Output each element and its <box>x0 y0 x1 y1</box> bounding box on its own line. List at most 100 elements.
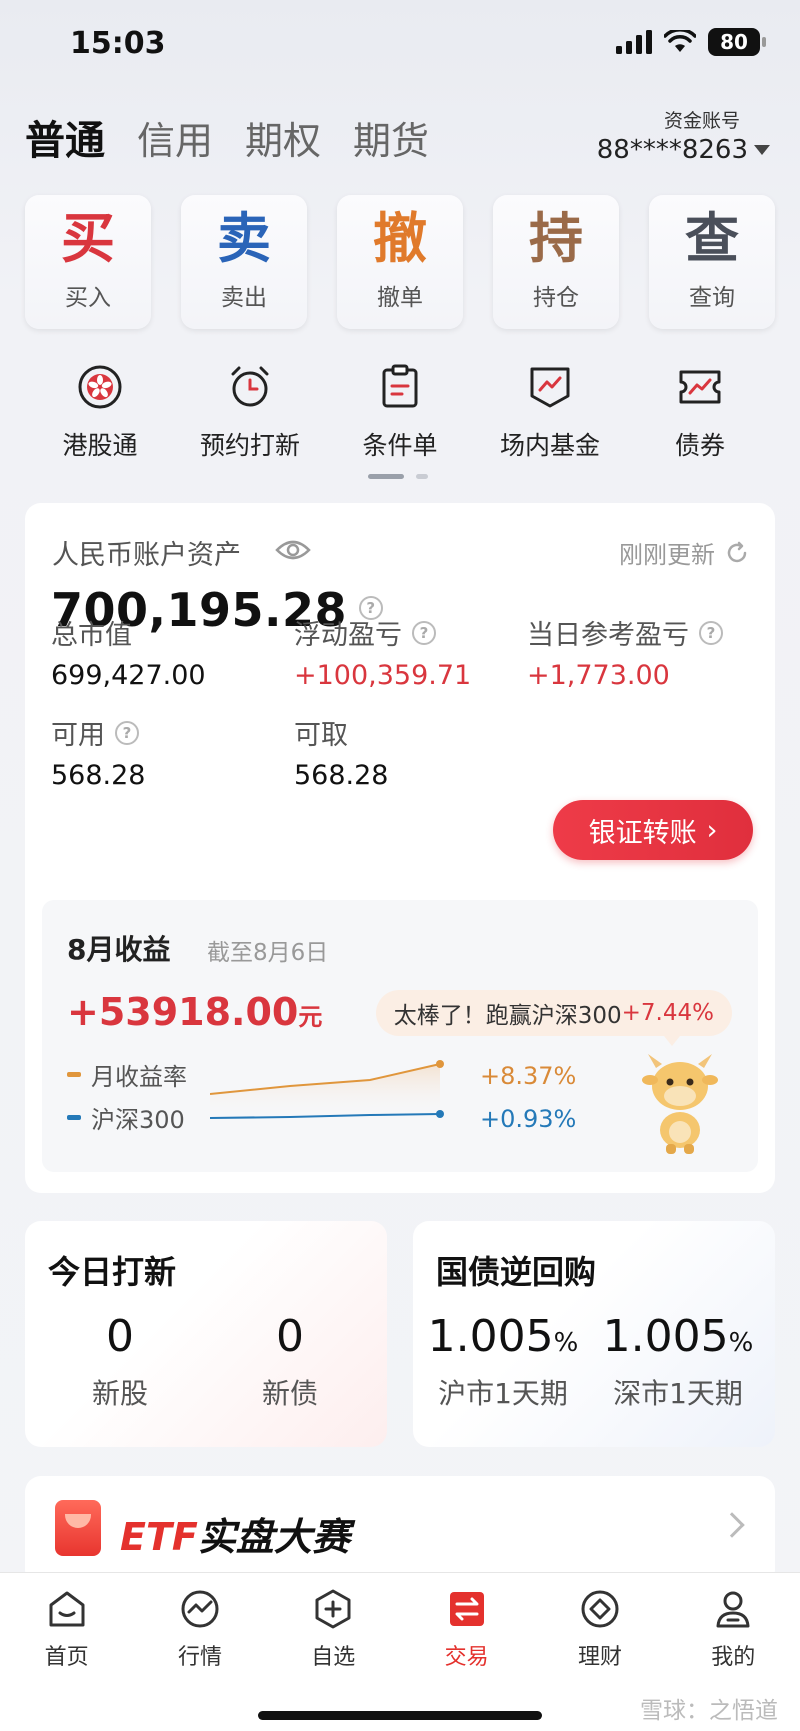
nav-label: 理财 <box>577 1645 622 1670</box>
status-icons: 80 <box>616 28 766 56</box>
caret-down-icon <box>754 145 770 155</box>
asset-title: 人民币账户资产 <box>52 540 241 571</box>
monthly-return-point <box>436 1060 444 1068</box>
shortcut-pager <box>368 474 428 479</box>
shortcut-conditional-order[interactable]: 条件单 <box>325 362 475 462</box>
nav-label: 自选 <box>311 1645 356 1670</box>
market-value-metric: 总市值 699,427.00 <box>51 613 206 691</box>
monthly-earnings-card[interactable]: 8月收益 截至8月6日 +53918.00元 太棒了！跑赢沪深300 +7.44%… <box>42 900 758 1172</box>
help-icon[interactable]: ? <box>699 620 723 645</box>
trade-icon <box>449 1592 484 1626</box>
wifi-icon <box>664 30 696 52</box>
query-button[interactable]: 查 查询 <box>649 195 775 329</box>
sz-repo-column[interactable]: 1.005% 深市1天期 <box>593 1311 763 1412</box>
repo-title: 国债逆回购 <box>436 1253 597 1291</box>
etf-contest-banner[interactable]: ETF实盘大赛 <box>25 1476 775 1586</box>
tab-normal[interactable]: 普通 <box>25 108 105 166</box>
profile-icon <box>716 1591 750 1628</box>
sh-repo-rate: 1.005% <box>418 1311 588 1362</box>
today-pl-metric: 当日参考盈亏? +1,773.00 <box>527 613 723 691</box>
legend-swatch <box>67 1072 81 1077</box>
earnings-unit: 元 <box>298 1003 323 1031</box>
shortcut-ipo-reservation[interactable]: 预约打新 <box>175 362 325 462</box>
pager-dot <box>416 474 428 479</box>
reverse-repo-card[interactable]: 国债逆回购 1.005% 沪市1天期 1.005% 深市1天期 <box>413 1221 775 1447</box>
clipboard-icon <box>375 362 425 412</box>
tab-credit[interactable]: 信用 <box>137 110 213 165</box>
bank-securities-transfer-button[interactable]: 银证转账 › <box>553 800 753 860</box>
available-value: 568.28 <box>51 760 146 791</box>
sell-label: 卖出 <box>221 285 267 311</box>
chevron-right-icon <box>719 1512 745 1538</box>
tab-futures[interactable]: 期货 <box>353 110 429 165</box>
monthly-return-value: +8.37% <box>480 1062 577 1090</box>
new-stocks-column[interactable]: 0 新股 <box>35 1311 205 1412</box>
fund-account-selector[interactable]: 资金账号 88****8263 <box>597 106 770 165</box>
sz-repo-rate: 1.005% <box>593 1311 763 1362</box>
help-icon[interactable]: ? <box>115 720 139 745</box>
nav-label: 首页 <box>44 1645 89 1670</box>
legend-index-label: 沪深300 <box>91 1106 185 1134</box>
shortcut-label: 预约打新 <box>199 431 300 460</box>
wealth-icon <box>581 1590 619 1628</box>
cancel-label: 撤单 <box>377 285 423 311</box>
cancel-glyph: 撤 <box>373 207 427 270</box>
positions-button[interactable]: 持 持仓 <box>493 195 619 329</box>
trade-action-tiles: 买 买入 卖 卖出 撤 撤单 持 持仓 查 查询 <box>25 195 775 329</box>
nav-label: 行情 <box>177 1645 222 1670</box>
shortcut-bonds[interactable]: 债券 <box>625 362 775 462</box>
shortcut-exchange-fund[interactable]: 场内基金 <box>475 362 625 462</box>
sell-button[interactable]: 卖 卖出 <box>181 195 307 329</box>
positions-label: 持仓 <box>533 285 579 311</box>
nav-watchlist[interactable]: 自选 <box>273 1587 393 1671</box>
floating-pl-label: 浮动盈亏 <box>294 620 402 651</box>
fund-account-label: 资金账号 <box>663 110 740 132</box>
refresh-status[interactable]: 刚刚更新 <box>619 535 749 570</box>
bond-ticket-icon <box>675 362 725 412</box>
home-icon <box>49 1591 85 1627</box>
index-point <box>436 1110 444 1118</box>
floating-pl: +100,359.71 <box>294 660 472 691</box>
nav-wealth[interactable]: 理财 <box>540 1587 660 1671</box>
eye-icon[interactable] <box>275 538 311 562</box>
etf-banner-text: ETF实盘大赛 <box>120 1506 350 1561</box>
watchlist-icon <box>315 1589 351 1629</box>
help-icon[interactable]: ? <box>412 620 436 645</box>
legend-monthly: 月收益率 <box>67 1057 187 1092</box>
nav-label: 我的 <box>711 1645 756 1670</box>
sz-repo-rate-value: 1.005 <box>602 1311 729 1362</box>
etf-label: ETF <box>120 1515 198 1559</box>
nav-trade[interactable]: 交易 <box>407 1587 527 1671</box>
today-ipo-card[interactable]: 今日打新 0 新股 0 新债 <box>25 1221 387 1447</box>
signal-icon <box>616 30 652 54</box>
new-stocks-label: 新股 <box>91 1377 148 1410</box>
today-pl: +1,773.00 <box>527 660 670 691</box>
nav-home[interactable]: 首页 <box>7 1587 127 1671</box>
sh-repo-column[interactable]: 1.005% 沪市1天期 <box>418 1311 588 1412</box>
cancel-order-button[interactable]: 撤 撤单 <box>337 195 463 329</box>
market-value: 699,427.00 <box>51 660 206 691</box>
refresh-icon <box>727 541 747 562</box>
shortcut-label: 债券 <box>674 431 725 460</box>
nav-market[interactable]: 行情 <box>140 1587 260 1671</box>
legend-monthly-label: 月收益率 <box>91 1063 187 1091</box>
shortcut-label: 条件单 <box>362 431 438 460</box>
tab-options[interactable]: 期权 <box>245 110 321 165</box>
ox-mascot-icon <box>642 1054 718 1154</box>
available-label: 可用 <box>51 720 105 751</box>
percent-sign: % <box>553 1328 579 1358</box>
legend-swatch <box>67 1115 81 1120</box>
positions-glyph: 持 <box>529 207 583 270</box>
fund-account-number-row: 88****8263 <box>597 135 770 165</box>
buy-button[interactable]: 买 买入 <box>25 195 151 329</box>
new-bonds-column[interactable]: 0 新债 <box>205 1311 375 1412</box>
home-indicator[interactable] <box>258 1711 542 1720</box>
query-label: 查询 <box>689 285 735 311</box>
earnings-amount-value: +53918.00 <box>67 990 299 1034</box>
contest-label: 实盘大赛 <box>197 1515 350 1559</box>
status-time: 15:03 <box>70 26 166 61</box>
battery-indicator: 80 <box>708 28 766 56</box>
nav-profile[interactable]: 我的 <box>673 1587 793 1671</box>
earnings-as-of: 截至8月6日 <box>207 940 329 966</box>
shortcut-hk-connect[interactable]: 港股通 <box>25 362 175 462</box>
